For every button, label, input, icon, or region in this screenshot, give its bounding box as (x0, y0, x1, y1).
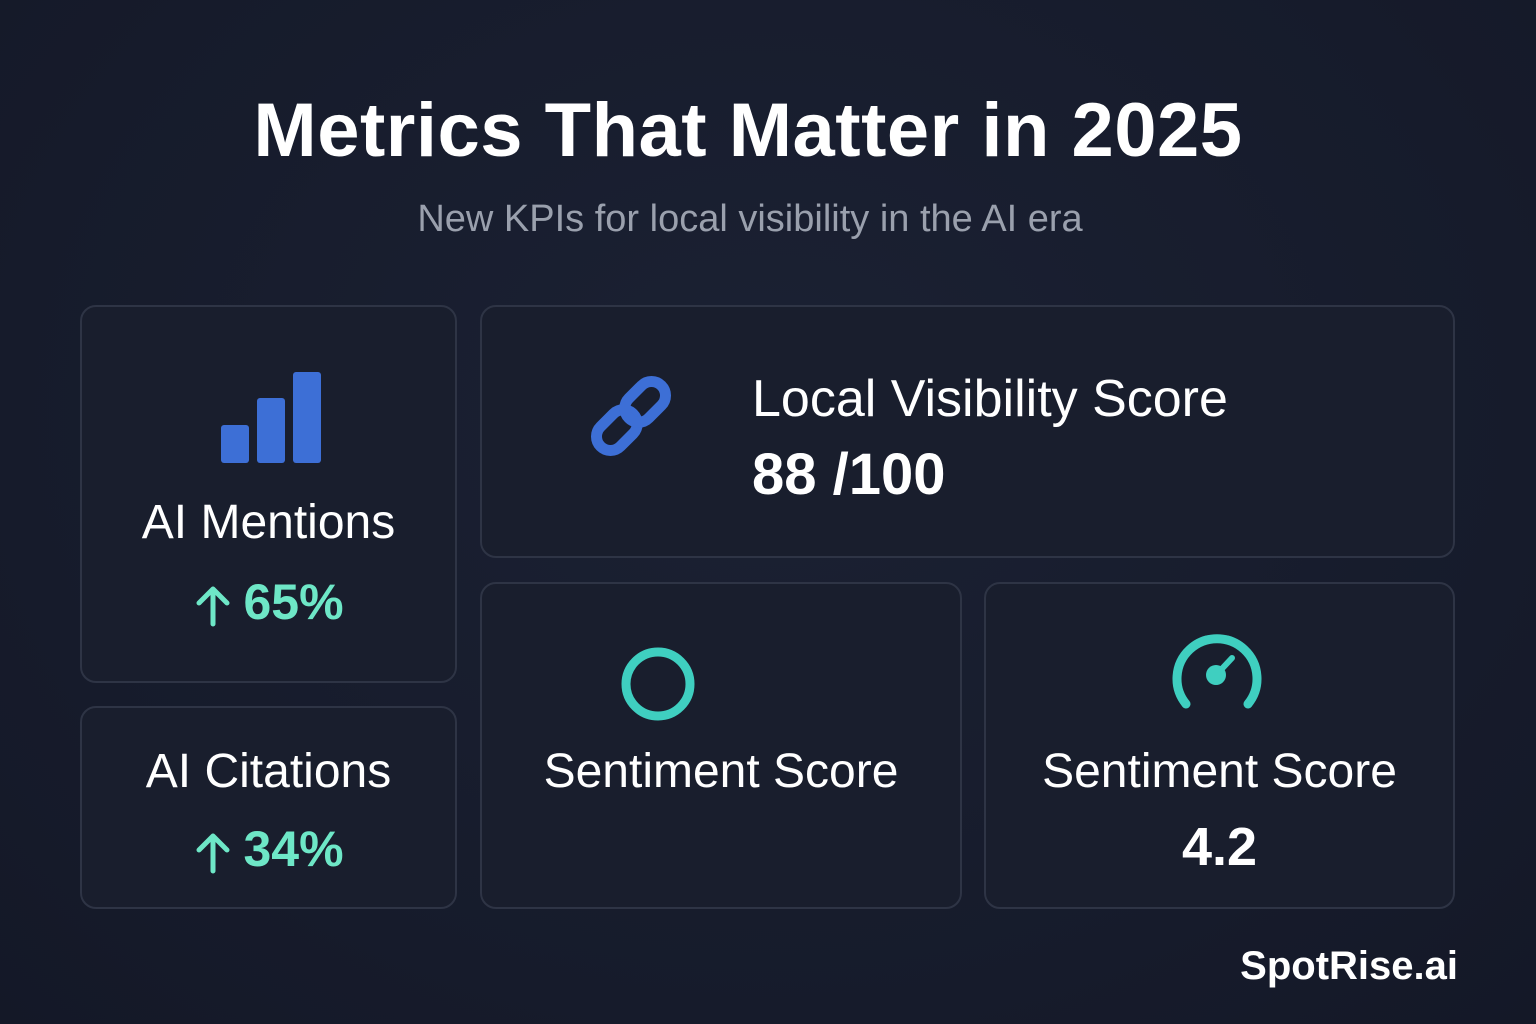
sentiment-score-value-card: Sentiment Score 4.2 (984, 582, 1455, 909)
sentiment-score-label: Sentiment Score (543, 745, 899, 798)
bar-chart-icon (221, 372, 321, 463)
gauge-icon (1172, 634, 1262, 709)
ai-citations-card: AI Citations 34% (80, 706, 457, 909)
sentiment-score-card: Sentiment Score (480, 582, 962, 909)
infographic: Metrics That Matter in 2025 New KPIs for… (0, 0, 1536, 1024)
link-icon (590, 375, 672, 457)
ai-citations-label: AI Citations (145, 745, 392, 798)
local-visibility-card: Local Visibility Score 88 /100 (480, 305, 1455, 558)
ai-mentions-trend-value: 65% (243, 574, 344, 630)
ai-citations-trend: 34% (82, 820, 455, 878)
circle-icon (621, 647, 695, 721)
sentiment-score-value: 4.2 (1181, 817, 1258, 877)
local-visibility-value: 88 /100 (752, 442, 946, 507)
arrow-up-icon (196, 833, 230, 874)
ai-citations-trend-value: 34% (243, 821, 344, 877)
ai-mentions-label: AI Mentions (141, 496, 396, 549)
ai-mentions-card: AI Mentions 65% (80, 305, 457, 683)
arrow-up-icon (196, 586, 230, 627)
page-title: Metrics That Matter in 2025 (253, 88, 1243, 173)
ai-mentions-trend: 65% (82, 573, 455, 631)
local-visibility-label: Local Visibility Score (752, 370, 1228, 428)
sentiment-score-label: Sentiment Score (1042, 745, 1397, 798)
page-subtitle: New KPIs for local visibility in the AI … (417, 198, 1083, 240)
brand-logo-text: SpotRise.ai (1240, 944, 1458, 988)
